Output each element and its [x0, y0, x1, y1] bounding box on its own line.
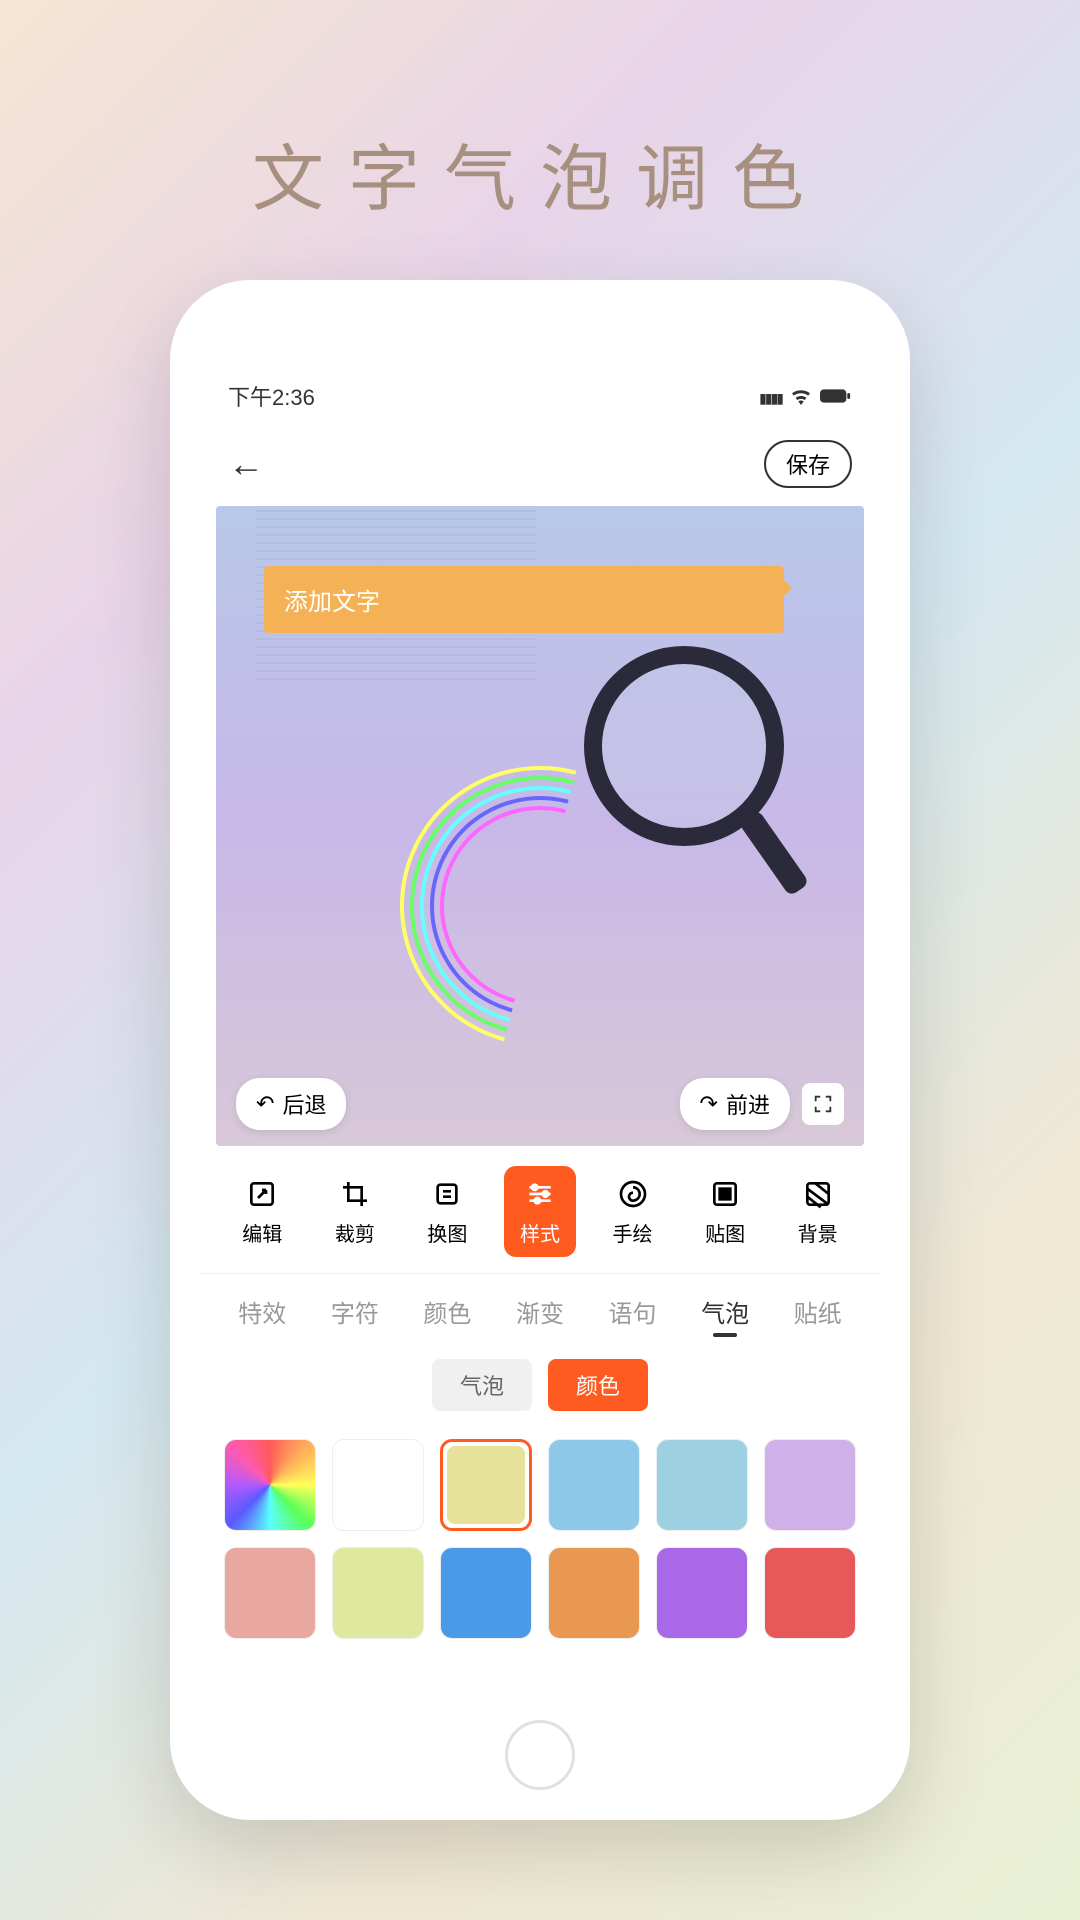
slinky-illustration	[340, 786, 740, 1046]
color-swatch-2[interactable]	[440, 1439, 532, 1531]
tool-edit[interactable]: 编辑	[226, 1166, 298, 1257]
fullscreen-icon	[812, 1093, 834, 1115]
tab-effect[interactable]: 特效	[238, 1294, 286, 1337]
status-bar: 下午2:36	[200, 360, 880, 422]
wifi-icon	[790, 387, 812, 405]
color-swatch-0[interactable]	[224, 1439, 316, 1531]
tab-bubble[interactable]: 气泡	[701, 1294, 749, 1337]
subtab-color[interactable]: 颜色	[548, 1359, 648, 1411]
text-bubble[interactable]: 添加文字	[264, 566, 784, 633]
style-icon	[522, 1176, 558, 1212]
bg-icon	[800, 1176, 836, 1212]
color-swatch-10[interactable]	[656, 1547, 748, 1639]
tool-label: 裁剪	[335, 1218, 375, 1247]
sticker-icon	[707, 1176, 743, 1212]
color-swatch-3[interactable]	[548, 1439, 640, 1531]
tool-label: 编辑	[242, 1218, 282, 1247]
color-swatch-9[interactable]	[548, 1547, 640, 1639]
color-swatch-8[interactable]	[440, 1547, 532, 1639]
color-swatch-4[interactable]	[656, 1439, 748, 1531]
home-button[interactable]	[505, 1720, 575, 1790]
tab-row: 特效 字符 颜色 渐变 语句 气泡 贴纸	[200, 1274, 880, 1351]
tool-label: 样式	[520, 1218, 560, 1247]
tab-gradient[interactable]: 渐变	[516, 1294, 564, 1337]
tab-color[interactable]: 颜色	[423, 1294, 471, 1337]
color-swatch-1[interactable]	[332, 1439, 424, 1531]
tool-row: 编辑 裁剪 换图 样式 手绘 贴图 背景	[200, 1146, 880, 1274]
signal-icon	[759, 383, 782, 409]
tool-style[interactable]: 样式	[504, 1166, 576, 1257]
undo-icon: ↶	[256, 1091, 274, 1117]
crop-icon	[337, 1176, 373, 1212]
color-swatch-6[interactable]	[224, 1547, 316, 1639]
save-button[interactable]: 保存	[764, 440, 852, 488]
status-time: 下午2:36	[228, 380, 315, 412]
tool-swap[interactable]: 换图	[411, 1166, 483, 1257]
tool-label: 背景	[798, 1218, 838, 1247]
tool-label: 换图	[427, 1218, 467, 1247]
battery-icon	[820, 388, 852, 404]
tab-sticker[interactable]: 贴纸	[794, 1294, 842, 1337]
tool-draw[interactable]: 手绘	[597, 1166, 669, 1257]
subtab-bubble[interactable]: 气泡	[432, 1359, 532, 1411]
fullscreen-button[interactable]	[802, 1083, 844, 1125]
tab-char[interactable]: 字符	[331, 1294, 379, 1337]
back-button[interactable]: ←	[228, 443, 264, 485]
tool-label: 手绘	[613, 1218, 653, 1247]
canvas[interactable]: 添加文字 ↶ 后退 ↷ 前进	[216, 506, 864, 1146]
phone-frame: 下午2:36 ← 保存 添加文字	[170, 280, 910, 1820]
redo-label: 前进	[726, 1088, 770, 1120]
status-icons	[759, 383, 852, 409]
edit-icon	[244, 1176, 280, 1212]
tool-crop[interactable]: 裁剪	[319, 1166, 391, 1257]
tool-bg[interactable]: 背景	[782, 1166, 854, 1257]
phone-screen: 下午2:36 ← 保存 添加文字	[200, 360, 880, 1710]
color-swatch-7[interactable]	[332, 1547, 424, 1639]
canvas-controls: ↶ 后退 ↷ 前进	[216, 1078, 864, 1130]
color-swatch-11[interactable]	[764, 1547, 856, 1639]
redo-icon: ↷	[700, 1091, 718, 1117]
tool-sticker[interactable]: 贴图	[689, 1166, 761, 1257]
tool-label: 贴图	[705, 1218, 745, 1247]
undo-label: 后退	[282, 1088, 326, 1120]
draw-icon	[615, 1176, 651, 1212]
swap-icon	[429, 1176, 465, 1212]
undo-button[interactable]: ↶ 后退	[236, 1078, 346, 1130]
color-grid	[200, 1431, 880, 1647]
subtab-row: 气泡颜色	[200, 1351, 880, 1431]
page-title: 文字气泡调色	[0, 0, 1080, 225]
tab-phrase[interactable]: 语句	[609, 1294, 657, 1337]
color-swatch-5[interactable]	[764, 1439, 856, 1531]
header-bar: ← 保存	[200, 422, 880, 506]
redo-button[interactable]: ↷ 前进	[680, 1078, 790, 1130]
